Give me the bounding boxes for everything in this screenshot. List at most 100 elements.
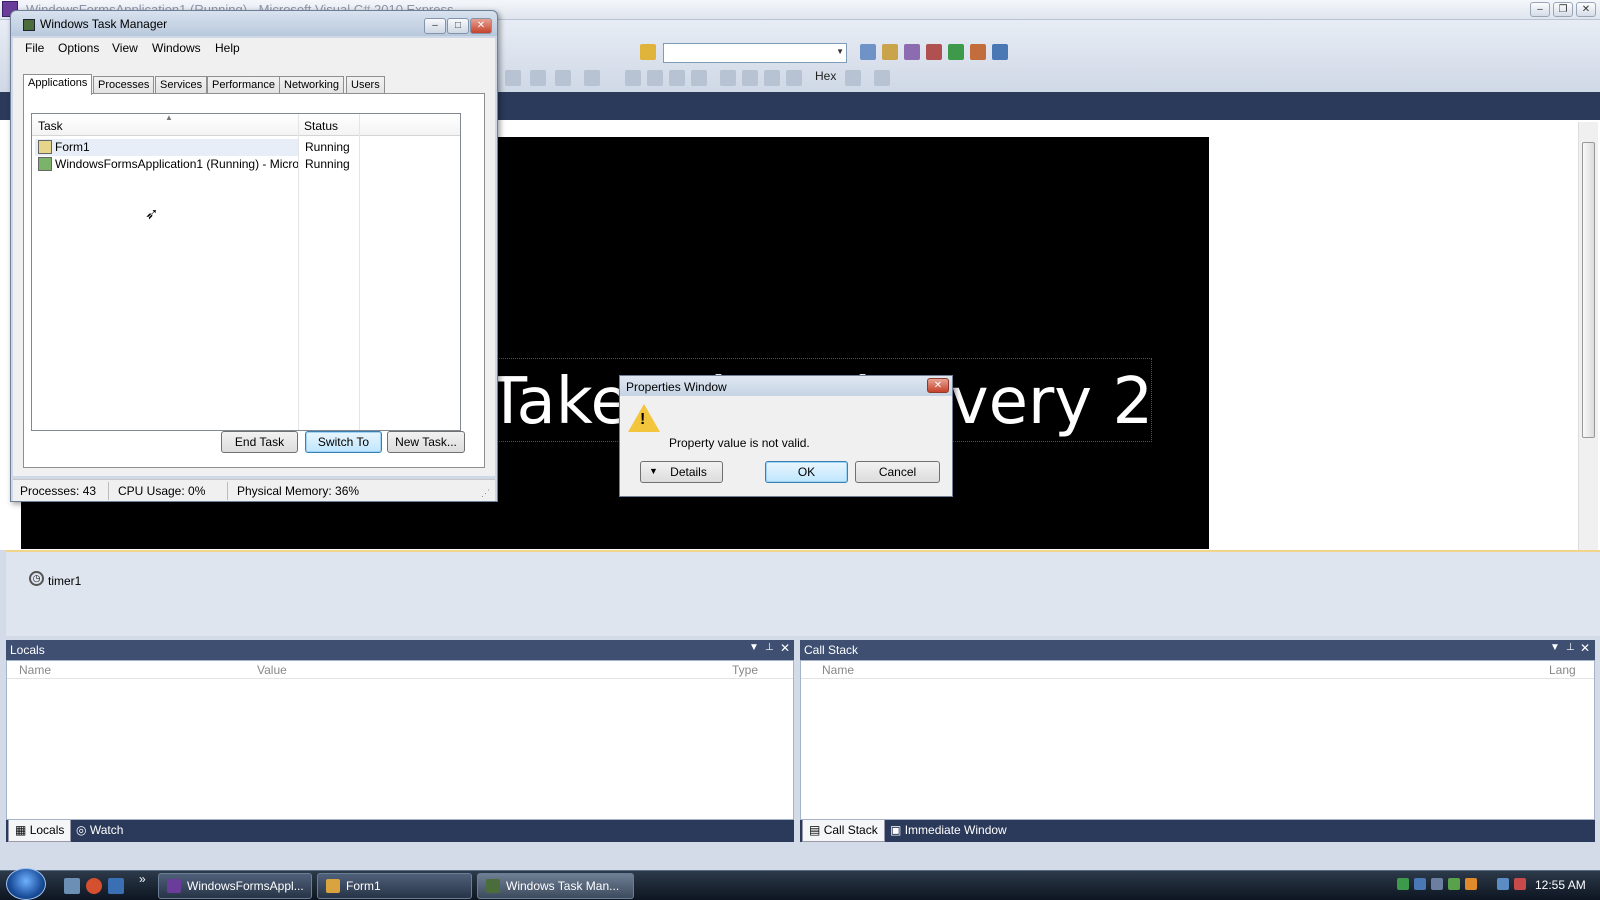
task-row[interactable]: WindowsFormsApplication1 (Running) - Mic… [35, 156, 459, 173]
col-task[interactable]: Task [38, 119, 63, 133]
tm-minimize-button[interactable]: – [424, 18, 446, 34]
menu-file[interactable]: File [25, 41, 44, 55]
quick-launch-browser-icon[interactable] [86, 878, 102, 894]
pin-icon[interactable]: ⊥ [1566, 642, 1575, 653]
play-icon[interactable] [625, 70, 641, 86]
task-manager-title-bar[interactable]: Windows Task Manager – □ ✕ [11, 11, 497, 36]
task-row[interactable]: Form1 Running [35, 139, 459, 156]
toolbox-icon[interactable] [926, 44, 942, 60]
stop-icon[interactable] [669, 70, 685, 86]
network-icon[interactable] [1497, 878, 1509, 890]
task-manager-menu-bar: File Options View Windows Help [13, 38, 495, 58]
new-task-button[interactable]: New Task... [387, 431, 465, 453]
tm-close-button[interactable]: ✕ [470, 18, 492, 34]
ok-button[interactable]: OK [765, 461, 848, 483]
align-right-icon[interactable] [555, 70, 571, 86]
vs-close-button[interactable]: ✕ [1576, 2, 1596, 17]
quick-launch-switch-icon[interactable] [108, 878, 124, 894]
quick-launch-desktop-icon[interactable] [64, 878, 80, 894]
tray-monitor-icon[interactable] [1414, 878, 1426, 890]
tab-immediate-window[interactable]: ▣ Immediate Window [884, 820, 1013, 842]
step-into-icon[interactable] [742, 70, 758, 86]
menu-options[interactable]: Options [58, 41, 99, 55]
tab-processes[interactable]: Processes [93, 76, 155, 93]
tab-users[interactable]: Users [346, 76, 385, 93]
windows-menu-icon[interactable] [874, 70, 890, 86]
properties-icon[interactable] [882, 44, 898, 60]
align-left-icon[interactable] [505, 70, 521, 86]
close-icon[interactable]: ✕ [1580, 641, 1590, 655]
callstack-col-name[interactable]: Name [822, 663, 854, 677]
tab-applications[interactable]: Applications [23, 74, 93, 95]
col-status[interactable]: Status [304, 119, 338, 133]
designer-scroll-thumb[interactable] [1582, 142, 1595, 438]
align-center-icon[interactable] [530, 70, 546, 86]
taskbar-button-vs[interactable]: WindowsFormsAppl... [158, 873, 312, 899]
taskbar-button-form1[interactable]: Form1 [317, 873, 472, 899]
breakpoints-icon[interactable] [845, 70, 861, 86]
extension-manager-icon[interactable] [970, 44, 986, 60]
taskbar-button-task-manager[interactable]: Windows Task Man... [477, 873, 634, 899]
applications-tab-panel: Task ▲ Status Form1 Running WindowsForms… [23, 93, 485, 468]
vs-restore-button[interactable]: ❐ [1553, 2, 1573, 17]
timer1-component[interactable]: timer1 [48, 574, 81, 588]
tab-networking[interactable]: Networking [279, 76, 345, 93]
form-window-icon [38, 140, 52, 154]
callstack-col-lang[interactable]: Lang [1549, 663, 1576, 677]
taskbar-clock[interactable]: 12:55 AM [1535, 878, 1586, 892]
locals-col-name[interactable]: Name [19, 663, 51, 677]
volume-muted-icon[interactable] [1514, 878, 1526, 890]
step-over-icon[interactable] [764, 70, 780, 86]
pane-dropdown-icon[interactable]: ▼ [1550, 642, 1560, 653]
end-task-button[interactable]: End Task [221, 431, 298, 453]
pause-icon[interactable] [647, 70, 663, 86]
tray-search-icon[interactable] [1465, 878, 1477, 890]
dialog-message: Property value is not valid. [669, 436, 810, 450]
pin-icon[interactable]: ⊥ [765, 642, 774, 653]
tab-call-stack[interactable]: ▤ Call Stack [802, 820, 885, 842]
status-processes: Processes: 43 [20, 484, 97, 498]
tab-services[interactable]: Services [155, 76, 208, 93]
menu-view[interactable]: View [112, 41, 138, 55]
menu-help[interactable]: Help [215, 41, 240, 55]
status-memory: Physical Memory: 36% [237, 484, 360, 498]
designer-scrollbar[interactable] [1578, 122, 1598, 550]
solution-explorer-icon[interactable] [860, 44, 876, 60]
tab-performance[interactable]: Performance [207, 76, 280, 93]
tray-app-icon[interactable] [1397, 878, 1409, 890]
find-combo[interactable]: ▼ [663, 43, 847, 63]
make-same-size-icon[interactable] [584, 70, 600, 86]
vs-minimize-button[interactable]: – [1530, 2, 1550, 17]
tray-link-icon[interactable] [1431, 878, 1443, 890]
pane-dropdown-icon[interactable]: ▼ [749, 642, 759, 653]
find-in-files-icon[interactable] [640, 44, 656, 60]
restart-icon[interactable] [691, 70, 707, 86]
menu-windows[interactable]: Windows [152, 41, 201, 55]
tm-maximize-button[interactable]: □ [447, 18, 469, 34]
close-icon[interactable]: ✕ [780, 641, 790, 655]
switch-to-button[interactable]: Switch To [305, 431, 382, 453]
locals-col-value[interactable]: Value [257, 663, 287, 677]
tab-locals[interactable]: ▦ Locals [8, 820, 72, 842]
cancel-button[interactable]: Cancel [855, 461, 940, 483]
object-browser-icon[interactable] [904, 44, 920, 60]
resize-grip-icon[interactable]: ⋰ [481, 488, 490, 499]
task-list[interactable]: Task ▲ Status Form1 Running WindowsForms… [31, 113, 461, 431]
step-out-icon[interactable] [786, 70, 802, 86]
timer-icon[interactable]: ◷ [29, 571, 44, 586]
more-tools-icon[interactable] [992, 44, 1008, 60]
details-button-label: Details [670, 465, 707, 479]
warning-exclamation-icon: ! [640, 411, 646, 428]
hex-toggle-button[interactable]: Hex [815, 69, 836, 83]
dialog-close-button[interactable]: ✕ [927, 378, 949, 393]
locals-col-type[interactable]: Type [732, 663, 758, 677]
dialog-title-bar[interactable]: Properties Window ✕ [620, 376, 952, 396]
show-next-statement-icon[interactable] [720, 70, 736, 86]
tab-watch[interactable]: ◎ Watch [70, 820, 129, 842]
chevron-down-icon[interactable]: ▼ [836, 47, 844, 56]
start-button[interactable] [6, 868, 46, 900]
tray-update-icon[interactable] [1448, 878, 1460, 890]
quick-launch-overflow-icon[interactable]: » [139, 872, 146, 886]
details-button[interactable]: ▼ Details [640, 461, 723, 483]
start-page-icon[interactable] [948, 44, 964, 60]
